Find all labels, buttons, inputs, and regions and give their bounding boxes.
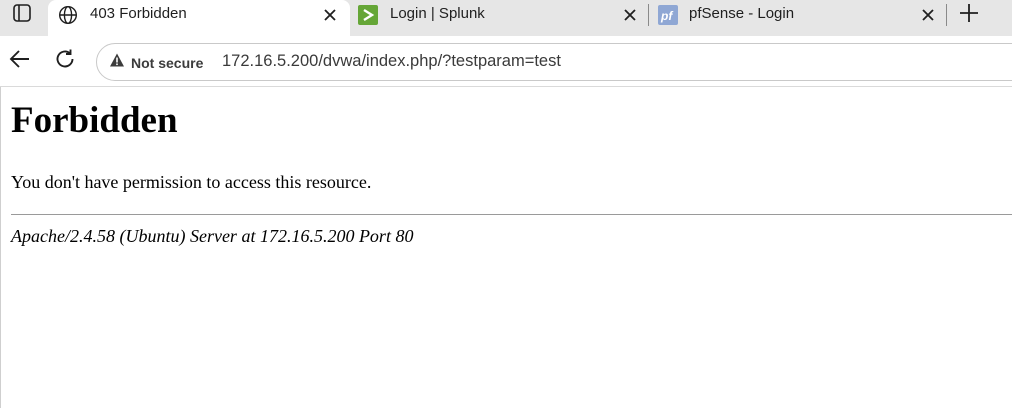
address-bar[interactable]: Not secure 172.16.5.200/dvwa/index.php/?… (96, 43, 1012, 81)
tab-separator (648, 4, 649, 26)
reload-button[interactable] (52, 48, 78, 74)
warning-triangle-icon (109, 52, 125, 73)
tab-strip: 403 Forbidden Login | Splunk pf pfSense … (0, 0, 1012, 36)
close-tab-icon[interactable] (620, 5, 640, 25)
globe-icon (58, 5, 78, 25)
reload-icon (53, 47, 77, 76)
close-tab-icon[interactable] (320, 5, 340, 25)
splunk-icon (358, 5, 378, 25)
svg-text:pf: pf (660, 9, 673, 23)
tab-title: pfSense - Login (689, 5, 795, 22)
tab-separator (946, 4, 947, 26)
tab-actions-button[interactable] (0, 0, 44, 30)
close-tab-icon[interactable] (918, 5, 938, 25)
tab-splunk-login[interactable]: Login | Splunk (350, 0, 648, 30)
new-tab-button[interactable] (956, 2, 982, 28)
divider (11, 214, 1012, 215)
page-content: Forbidden You don't have permission to a… (0, 87, 1012, 408)
tab-title: Login | Splunk (390, 5, 485, 22)
page-title: Forbidden (11, 100, 178, 141)
site-security-indicator[interactable]: Not secure (109, 52, 203, 73)
tab-403-forbidden[interactable]: 403 Forbidden (48, 0, 350, 36)
error-message: You don't have permission to access this… (11, 172, 372, 192)
tab-title: 403 Forbidden (90, 5, 187, 22)
security-label: Not secure (131, 54, 204, 71)
pfsense-icon: pf (658, 5, 678, 25)
plus-icon (959, 3, 979, 28)
server-signature: Apache/2.4.58 (Ubuntu) Server at 172.16.… (11, 226, 414, 246)
url-text[interactable]: 172.16.5.200/dvwa/index.php/?testparam=t… (222, 52, 561, 71)
back-button[interactable] (7, 48, 33, 74)
sidebar-panel-icon (12, 3, 32, 28)
back-arrow-icon (8, 47, 32, 76)
tab-pfsense-login[interactable]: pf pfSense - Login (650, 0, 946, 30)
